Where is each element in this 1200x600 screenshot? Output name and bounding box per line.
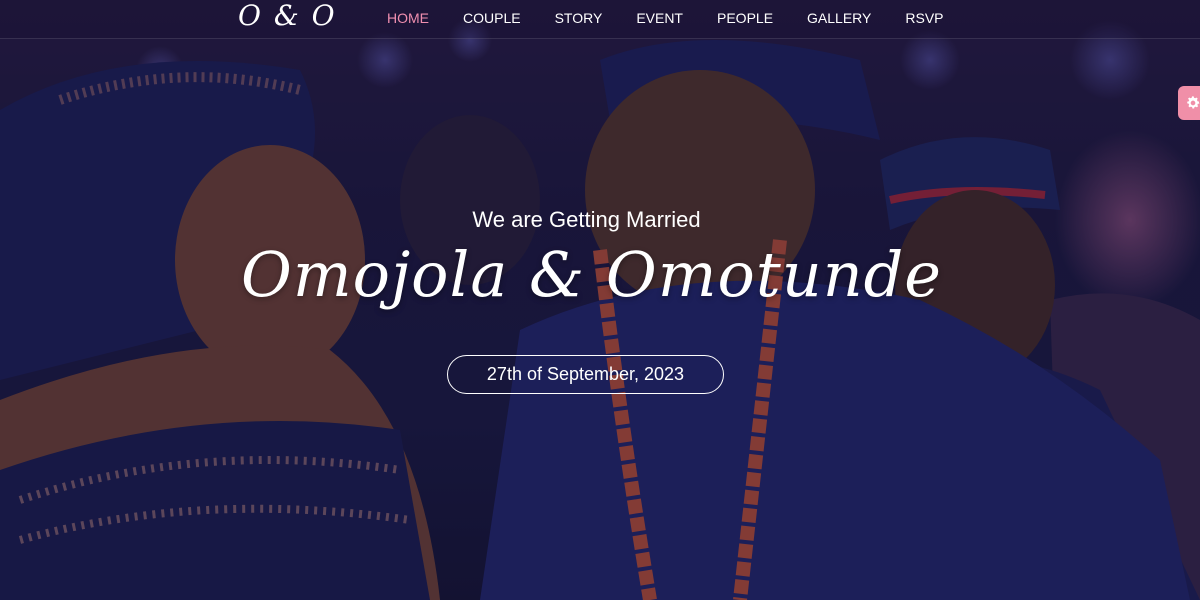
top-navbar: O & O HOME COUPLE STORY EVENT PEOPLE GAL…: [0, 0, 1200, 39]
nav-people[interactable]: PEOPLE: [717, 10, 773, 26]
site-logo[interactable]: O & O: [238, 0, 337, 32]
wedding-date-text: 27th of September, 2023: [486, 364, 685, 384]
nav-rsvp[interactable]: RSVP: [905, 10, 943, 26]
nav-gallery[interactable]: GALLERY: [807, 10, 871, 26]
nav-home[interactable]: HOME: [387, 10, 429, 26]
nav-event[interactable]: EVENT: [636, 10, 683, 26]
settings-toggle-button[interactable]: [1178, 86, 1200, 120]
wedding-date-badge: 27th of September, 2023: [447, 355, 724, 394]
couple-names: Omojola & Omotunde: [241, 238, 942, 311]
gear-icon: [1187, 96, 1200, 109]
nav-couple[interactable]: COUPLE: [463, 10, 521, 26]
nav-story[interactable]: STORY: [555, 10, 603, 26]
hero-tagline: We are Getting Married: [472, 207, 701, 232]
main-nav: HOME COUPLE STORY EVENT PEOPLE GALLERY R…: [387, 10, 944, 26]
